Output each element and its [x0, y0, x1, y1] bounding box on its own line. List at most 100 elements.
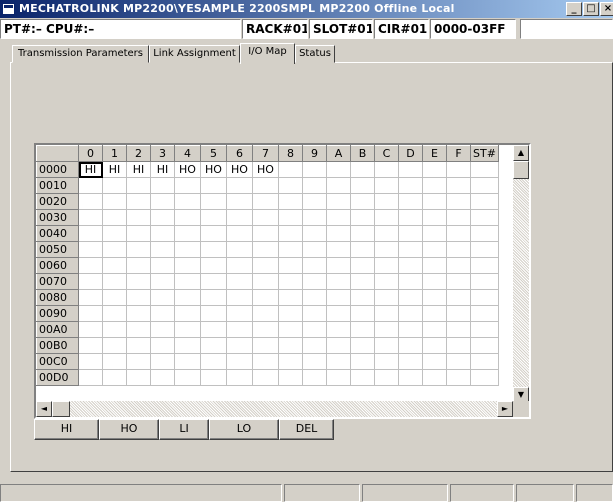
grid-cell[interactable] [374, 353, 399, 370]
grid-cell[interactable] [398, 193, 423, 210]
grid-cell[interactable] [174, 321, 201, 338]
grid-cell[interactable] [278, 193, 303, 210]
tab-transmission-parameters[interactable]: Transmission Parameters [12, 45, 149, 63]
column-header[interactable]: F [446, 145, 471, 162]
grid-cell[interactable] [446, 337, 471, 354]
grid-cell[interactable] [350, 273, 375, 290]
grid-cell[interactable] [422, 193, 447, 210]
grid-cell[interactable] [150, 321, 175, 338]
grid-cell[interactable]: HO [200, 161, 227, 178]
grid-cell[interactable] [78, 193, 103, 210]
grid-cell[interactable]: HO [226, 161, 253, 178]
row-header-address[interactable]: 0000 [36, 161, 79, 178]
grid-cell[interactable] [150, 225, 175, 242]
column-header[interactable]: D [398, 145, 423, 162]
grid-cell[interactable] [78, 225, 103, 242]
grid-cell[interactable] [226, 289, 253, 306]
grid-cell[interactable] [350, 193, 375, 210]
grid-cell[interactable] [302, 273, 327, 290]
row-header-address[interactable]: 0060 [36, 257, 79, 274]
tab-io-map[interactable]: I/O Map [240, 43, 295, 64]
grid-cell[interactable] [350, 241, 375, 258]
grid-cell[interactable] [252, 209, 279, 226]
column-header[interactable]: 7 [252, 145, 279, 162]
grid-cell[interactable] [226, 241, 253, 258]
grid-cell[interactable] [78, 273, 103, 290]
grid-cell[interactable] [302, 337, 327, 354]
grid-cell[interactable] [174, 369, 201, 386]
grid-cell[interactable] [446, 369, 471, 386]
grid-cell[interactable] [174, 193, 201, 210]
grid-cell[interactable] [174, 305, 201, 322]
grid-cell[interactable] [174, 241, 201, 258]
scroll-right-button[interactable]: ► [497, 401, 513, 417]
grid-cell[interactable] [374, 193, 399, 210]
grid-cell[interactable] [102, 305, 127, 322]
grid-cell[interactable] [150, 209, 175, 226]
grid-cell[interactable] [226, 193, 253, 210]
grid-cell[interactable]: HI [126, 161, 151, 178]
grid-cell[interactable] [102, 225, 127, 242]
grid-cell[interactable] [350, 209, 375, 226]
grid-cell[interactable] [302, 241, 327, 258]
grid-cell[interactable] [78, 337, 103, 354]
column-header[interactable]: C [374, 145, 399, 162]
grid-cell[interactable] [102, 353, 127, 370]
grid-cell[interactable] [326, 273, 351, 290]
minimize-button[interactable]: _ [566, 2, 582, 16]
column-header[interactable]: 4 [174, 145, 201, 162]
grid-cell[interactable] [78, 241, 103, 258]
row-header-address[interactable]: 00A0 [36, 321, 79, 338]
grid-cell[interactable] [470, 305, 499, 322]
row-header-address[interactable]: 00D0 [36, 369, 79, 386]
grid-cell[interactable] [446, 305, 471, 322]
grid-cell[interactable] [226, 321, 253, 338]
grid-cell[interactable] [302, 193, 327, 210]
grid-cell[interactable] [446, 321, 471, 338]
grid-cell[interactable] [398, 353, 423, 370]
grid-cell[interactable] [470, 193, 499, 210]
grid-cell[interactable] [350, 321, 375, 338]
grid-cell[interactable] [422, 321, 447, 338]
grid-cell[interactable] [78, 353, 103, 370]
grid-cell[interactable] [470, 257, 499, 274]
lo-button[interactable]: LO [209, 419, 279, 440]
grid-cell[interactable] [326, 209, 351, 226]
grid-cell[interactable] [398, 257, 423, 274]
grid-cell[interactable] [326, 353, 351, 370]
grid-cell[interactable] [302, 161, 327, 178]
grid-cell[interactable] [226, 209, 253, 226]
grid-cell[interactable] [302, 209, 327, 226]
grid-cell[interactable] [200, 241, 227, 258]
grid-cell[interactable]: HO [252, 161, 279, 178]
grid-cell[interactable] [174, 337, 201, 354]
grid-cell[interactable] [150, 241, 175, 258]
grid-cell[interactable] [226, 369, 253, 386]
grid-cell[interactable] [126, 209, 151, 226]
column-header[interactable]: 1 [102, 145, 127, 162]
grid-cell[interactable] [374, 225, 399, 242]
grid-cell[interactable] [422, 305, 447, 322]
grid-cell[interactable] [398, 337, 423, 354]
grid-cell[interactable] [374, 161, 399, 178]
grid-cell[interactable] [374, 289, 399, 306]
grid-cell[interactable] [102, 321, 127, 338]
grid-cell[interactable] [398, 177, 423, 194]
grid-cell[interactable] [252, 225, 279, 242]
grid-cell[interactable] [470, 273, 499, 290]
maximize-button[interactable]: □ [583, 2, 599, 16]
grid-cell[interactable] [422, 289, 447, 306]
grid-cell[interactable] [326, 289, 351, 306]
column-header[interactable]: 9 [302, 145, 327, 162]
grid-cell[interactable] [150, 337, 175, 354]
grid-cell[interactable] [422, 257, 447, 274]
grid-cell[interactable] [470, 241, 499, 258]
grid-cell[interactable] [78, 289, 103, 306]
grid-cell[interactable] [150, 273, 175, 290]
scroll-left-button[interactable]: ◄ [36, 401, 52, 417]
row-header-address[interactable]: 00C0 [36, 353, 79, 370]
grid-cell[interactable] [446, 289, 471, 306]
grid-cell[interactable] [374, 321, 399, 338]
tab-link-assignment[interactable]: Link Assignment [149, 45, 240, 63]
grid-cell[interactable] [278, 321, 303, 338]
